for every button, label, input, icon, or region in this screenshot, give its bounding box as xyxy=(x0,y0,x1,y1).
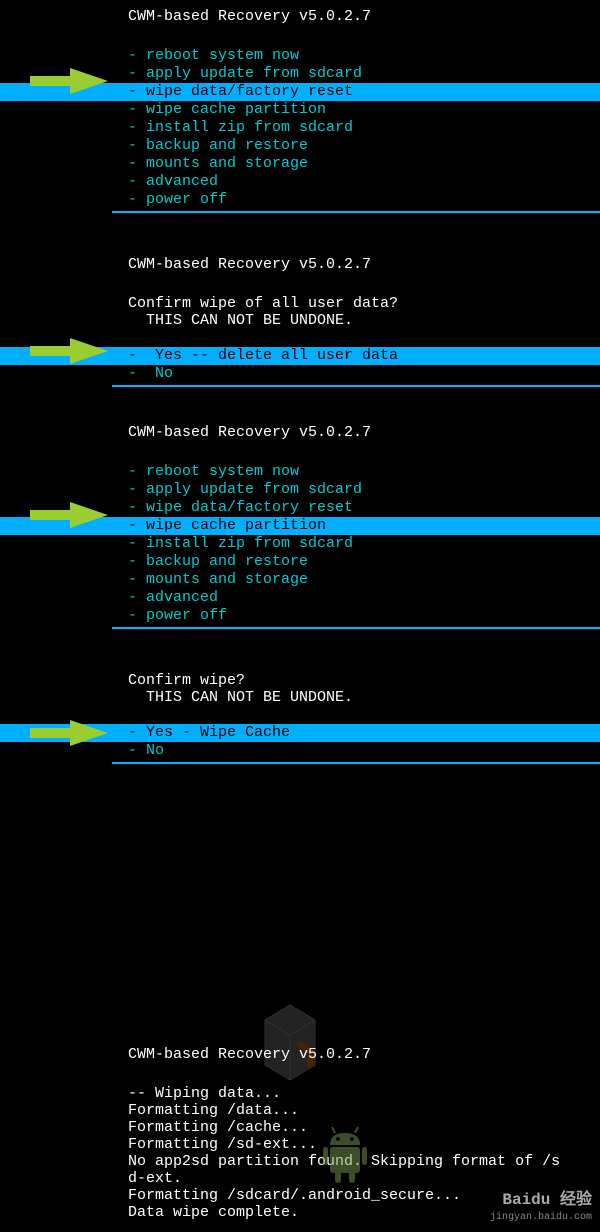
divider xyxy=(112,211,600,213)
header-title: CWM-based Recovery v5.0.2.7 xyxy=(0,8,600,25)
arrow-indicator-icon xyxy=(30,66,108,96)
log-line: d-ext. xyxy=(0,1170,600,1187)
menu-item-power-off[interactable]: - power off xyxy=(0,191,600,209)
recovery-menu-1: CWM-based Recovery v5.0.2.7 - reboot sys… xyxy=(0,8,600,215)
divider xyxy=(112,762,600,764)
divider xyxy=(112,385,600,387)
arrow-indicator-icon xyxy=(30,718,108,748)
confirm-prompt: Confirm wipe? xyxy=(0,672,600,689)
confirm-warning: THIS CAN NOT BE UNDONE. xyxy=(0,312,600,329)
menu-item-reboot[interactable]: - reboot system now xyxy=(0,47,600,65)
arrow-indicator-icon xyxy=(30,500,108,530)
header-title: CWM-based Recovery v5.0.2.7 xyxy=(0,1046,600,1063)
log-line: -- Wiping data... xyxy=(0,1085,600,1102)
confirm-prompt: Confirm wipe of all user data? xyxy=(0,295,600,312)
menu-item-power-off[interactable]: - power off xyxy=(0,607,600,625)
confirm-dialog-1: CWM-based Recovery v5.0.2.7 Confirm wipe… xyxy=(0,256,600,389)
confirm-no[interactable]: - No xyxy=(0,365,600,383)
menu-item-advanced[interactable]: - advanced xyxy=(0,589,600,607)
baidu-watermark: Baidu 经验 jingyan.baidu.com xyxy=(490,1190,592,1224)
header-title: CWM-based Recovery v5.0.2.7 xyxy=(0,256,600,273)
watermark-brand: Baidu 经验 xyxy=(490,1190,592,1211)
arrow-indicator-icon xyxy=(30,336,108,366)
menu-item-backup[interactable]: - backup and restore xyxy=(0,137,600,155)
menu-item-backup[interactable]: - backup and restore xyxy=(0,553,600,571)
menu-item-advanced[interactable]: - advanced xyxy=(0,173,600,191)
log-line: Formatting /data... xyxy=(0,1102,600,1119)
log-line: Formatting /cache... xyxy=(0,1119,600,1136)
menu-item-reboot[interactable]: - reboot system now xyxy=(0,463,600,481)
menu-item-install-zip[interactable]: - install zip from sdcard xyxy=(0,119,600,137)
menu-item-mounts[interactable]: - mounts and storage xyxy=(0,571,600,589)
header-title: CWM-based Recovery v5.0.2.7 xyxy=(0,424,600,441)
confirm-warning: THIS CAN NOT BE UNDONE. xyxy=(0,689,600,706)
watermark-url: jingyan.baidu.com xyxy=(490,1211,592,1224)
menu-item-mounts[interactable]: - mounts and storage xyxy=(0,155,600,173)
menu-item-install-zip[interactable]: - install zip from sdcard xyxy=(0,535,600,553)
android-icon xyxy=(320,1125,370,1185)
menu-item-apply-update[interactable]: - apply update from sdcard xyxy=(0,481,600,499)
menu-item-wipe-cache[interactable]: - wipe cache partition xyxy=(0,101,600,119)
log-line: No app2sd partition found. Skipping form… xyxy=(0,1153,600,1170)
divider xyxy=(112,627,600,629)
log-line: Formatting /sd-ext... xyxy=(0,1136,600,1153)
